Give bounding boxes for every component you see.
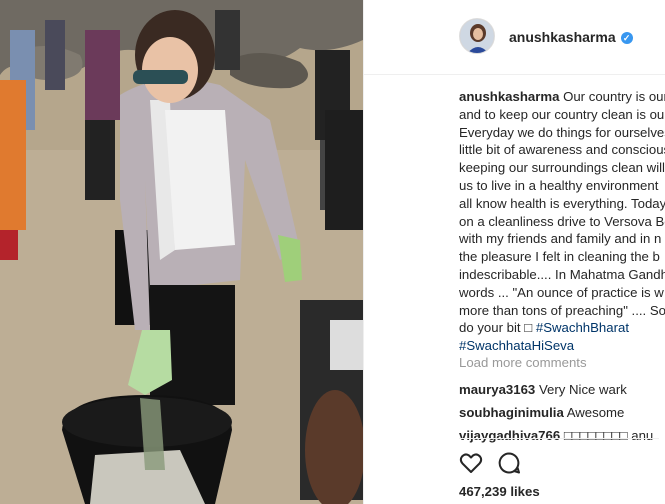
- verified-badge-icon: ✓: [620, 32, 633, 44]
- caption-line: all know health is everything. Today: [459, 195, 665, 211]
- hashtag-link[interactable]: #SwachhataHiSeva: [459, 338, 574, 353]
- caption-line: on a cleanliness drive to Versova Be: [459, 213, 665, 229]
- caption-line: words ... "An ounce of practice is w: [459, 284, 664, 300]
- comment-text: Very Nice wark: [538, 382, 627, 397]
- post-side-panel: anushkasharma ✓ anushkasharma Our country…: [364, 0, 665, 504]
- caption-line: with my friends and family and in n: [459, 231, 662, 247]
- comment-item: maurya3163 Very Nice wark: [459, 382, 627, 397]
- comment-item: soubhaginimulia Awesome: [459, 405, 624, 420]
- post-header: anushkasharma ✓: [364, 0, 665, 75]
- caption-line: Everyday we do things for ourselves: [459, 124, 665, 140]
- caption-line: do your bit □: [459, 320, 536, 336]
- caption-line: the pleasure I felt in cleaning the b: [459, 249, 660, 265]
- caption-line: indescribable.... In Mahatma Gandhi: [459, 266, 665, 282]
- caption-line: and to keep our country clean is our: [459, 106, 665, 122]
- comment-text: Awesome: [566, 405, 625, 420]
- load-more-comments-link[interactable]: Load more comments: [459, 355, 587, 370]
- caption-line: us to live in a healthy environment: [459, 177, 659, 193]
- caption-line: keeping our surroundings clean will: [459, 160, 665, 176]
- comment-bubble-icon[interactable]: [497, 451, 521, 475]
- post-photo[interactable]: [0, 0, 363, 504]
- avatar[interactable]: [459, 18, 495, 54]
- heart-outline-icon[interactable]: [459, 451, 483, 475]
- caption-line: Our country is our: [559, 89, 665, 104]
- caption-line: little bit of awareness and conscious: [459, 142, 665, 158]
- likes-count[interactable]: 467,239 likes: [459, 484, 540, 499]
- header-username-row: anushkasharma ✓: [509, 29, 633, 45]
- caption-line: more than tons of preaching" .... So: [459, 302, 665, 318]
- action-bar: [459, 438, 659, 487]
- comment-username[interactable]: maurya3163: [459, 382, 535, 397]
- comment-username[interactable]: soubhaginimulia: [459, 405, 564, 420]
- post-caption: anushkasharma Our country is our and to …: [459, 88, 665, 355]
- caption-username[interactable]: anushkasharma: [459, 89, 559, 104]
- header-username[interactable]: anushkasharma: [509, 29, 616, 45]
- hashtag-link[interactable]: #SwachhBharat: [536, 320, 629, 335]
